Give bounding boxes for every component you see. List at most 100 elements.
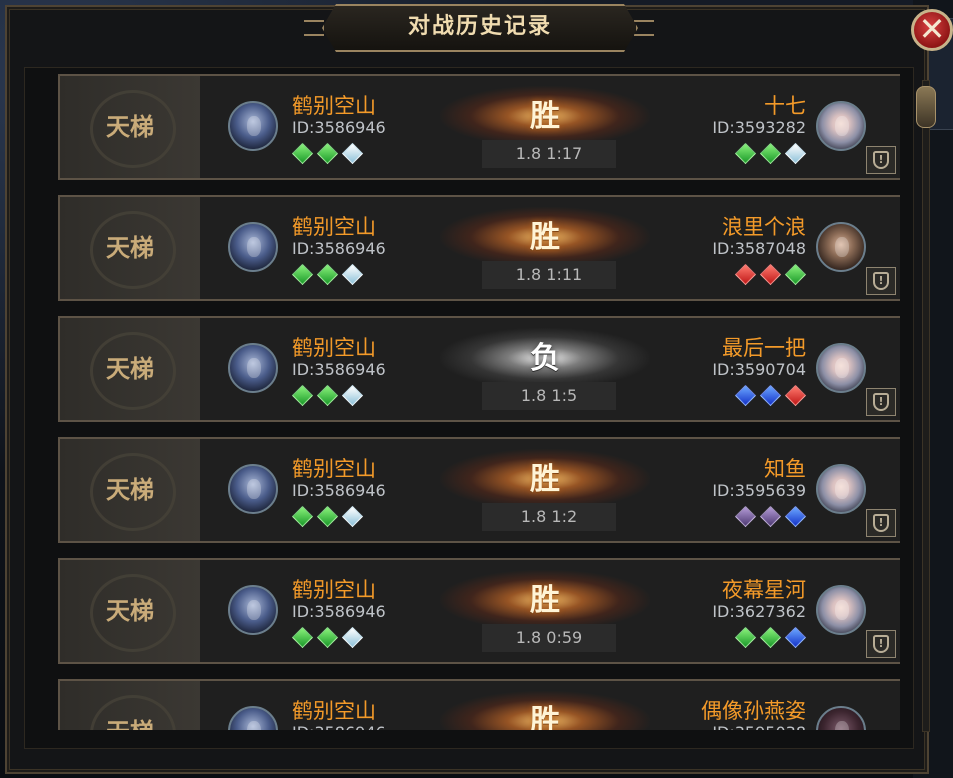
player-avatar[interactable] [228, 101, 278, 151]
player-name: 鹤别空山 [292, 699, 376, 723]
match-result: 胜 [530, 99, 560, 134]
player-rank-gems [291, 384, 364, 407]
match-row[interactable]: 天梯 鹤别空山 ID:3586946 负 1.8 1:5 最后一把 ID:359… [58, 316, 900, 422]
rank-gem-icon [734, 263, 757, 286]
match-row[interactable]: 天梯 鹤别空山 ID:3586946 胜 1.8 1:17 十七 ID:3593… [58, 74, 900, 180]
rank-gem-icon [291, 505, 314, 528]
match-result: 胜 [530, 220, 560, 255]
avatar-face [835, 358, 849, 378]
dialog-title: 对战历史记录 [407, 14, 552, 39]
report-button[interactable]: ! [866, 146, 896, 174]
rank-gem-icon [784, 263, 807, 286]
rank-gem-icon [734, 142, 757, 165]
match-result: 胜 [530, 583, 560, 618]
mode-tag: 天梯 [60, 76, 200, 178]
report-shield-icon: ! [873, 151, 889, 169]
rank-gem-icon [291, 384, 314, 407]
mode-tag: 天梯 [60, 560, 200, 662]
player-id: ID:3586946 [292, 118, 386, 137]
scrollbar-thumb[interactable] [916, 86, 936, 128]
rank-gem-icon [759, 384, 782, 407]
player-id: ID:3586946 [292, 602, 386, 621]
player-name: 鹤别空山 [292, 94, 376, 118]
rank-gem-icon [341, 384, 364, 407]
player-avatar[interactable] [228, 585, 278, 635]
match-result: 负 [530, 341, 560, 376]
rank-gem-icon [784, 505, 807, 528]
player-avatar[interactable] [228, 464, 278, 514]
opponent-avatar[interactable] [816, 343, 866, 393]
match-time: 1.8 1:5 [482, 382, 616, 410]
rank-gem-icon [316, 505, 339, 528]
avatar-face [247, 479, 261, 499]
opponent-rank-gems [734, 626, 807, 649]
opponent-id: ID:3595038 [712, 723, 806, 730]
player-rank-gems [291, 505, 364, 528]
player-id: ID:3586946 [292, 481, 386, 500]
report-shield-icon: ! [873, 514, 889, 532]
opponent-avatar[interactable] [816, 222, 866, 272]
report-button[interactable]: ! [866, 630, 896, 658]
close-button[interactable]: ✕ [911, 9, 953, 51]
mode-label: 天梯 [106, 234, 154, 262]
opponent-id: ID:3590704 [712, 360, 806, 379]
rank-gem-icon [316, 626, 339, 649]
match-result: 胜 [530, 704, 560, 730]
player-name: 鹤别空山 [292, 578, 376, 602]
rank-gem-icon [316, 384, 339, 407]
opponent-avatar[interactable] [816, 585, 866, 635]
rank-gem-icon [341, 505, 364, 528]
rank-gem-icon [759, 142, 782, 165]
rank-gem-icon [784, 142, 807, 165]
match-row[interactable]: 天梯 鹤别空山 ID:3586946 胜 1.8 1:11 浪里个浪 ID:35… [58, 195, 900, 301]
opponent-avatar[interactable] [816, 101, 866, 151]
mode-tag: 天梯 [60, 318, 200, 420]
report-button[interactable]: ! [866, 388, 896, 416]
rank-gem-icon [759, 505, 782, 528]
avatar-face [247, 721, 261, 730]
rank-gem-icon [291, 263, 314, 286]
opponent-rank-gems [734, 505, 807, 528]
rank-gem-icon [759, 626, 782, 649]
opponent-id: ID:3595639 [712, 481, 806, 500]
player-name: 鹤别空山 [292, 215, 376, 239]
player-avatar[interactable] [228, 343, 278, 393]
match-row[interactable]: 天梯 鹤别空山 ID:3586946 胜 1.8 1:2 知鱼 ID:35956… [58, 437, 900, 543]
mode-tag: 天梯 [60, 439, 200, 541]
title-ornament-left [304, 20, 324, 36]
avatar-face [835, 479, 849, 499]
opponent-rank-gems [734, 263, 807, 286]
report-shield-icon: ! [873, 272, 889, 290]
match-row[interactable]: 天梯 鹤别空山 ID:3586946 胜 偶像孙燕姿 ID:3595038 ! [58, 679, 900, 730]
player-rank-gems [291, 263, 364, 286]
report-button[interactable]: ! [866, 267, 896, 295]
opponent-id: ID:3627362 [712, 602, 806, 621]
report-button[interactable]: ! [866, 509, 896, 537]
avatar-face [835, 237, 849, 257]
player-id: ID:3586946 [292, 360, 386, 379]
rank-gem-icon [734, 384, 757, 407]
player-rank-gems [291, 626, 364, 649]
opponent-name: 夜幕星河 [722, 578, 806, 602]
opponent-name: 十七 [764, 94, 806, 118]
rank-gem-icon [759, 263, 782, 286]
report-shield-icon: ! [873, 635, 889, 653]
match-list[interactable]: 天梯 鹤别空山 ID:3586946 胜 1.8 1:17 十七 ID:3593… [58, 74, 902, 730]
mode-label: 天梯 [106, 355, 154, 383]
mode-label: 天梯 [106, 597, 154, 625]
match-row[interactable]: 天梯 鹤别空山 ID:3586946 胜 1.8 0:59 夜幕星河 ID:36… [58, 558, 900, 664]
rank-gem-icon [341, 263, 364, 286]
opponent-rank-gems [734, 384, 807, 407]
avatar-face [835, 721, 849, 730]
mode-tag: 天梯 [60, 681, 200, 730]
match-time: 1.8 1:17 [482, 140, 616, 168]
match-result: 胜 [530, 462, 560, 497]
opponent-avatar[interactable] [816, 464, 866, 514]
rank-gem-icon [734, 505, 757, 528]
avatar-face [835, 116, 849, 136]
player-id: ID:3586946 [292, 239, 386, 258]
scrollbar-track[interactable] [922, 80, 930, 732]
report-shield-icon: ! [873, 393, 889, 411]
mode-label: 天梯 [106, 476, 154, 504]
player-avatar[interactable] [228, 222, 278, 272]
